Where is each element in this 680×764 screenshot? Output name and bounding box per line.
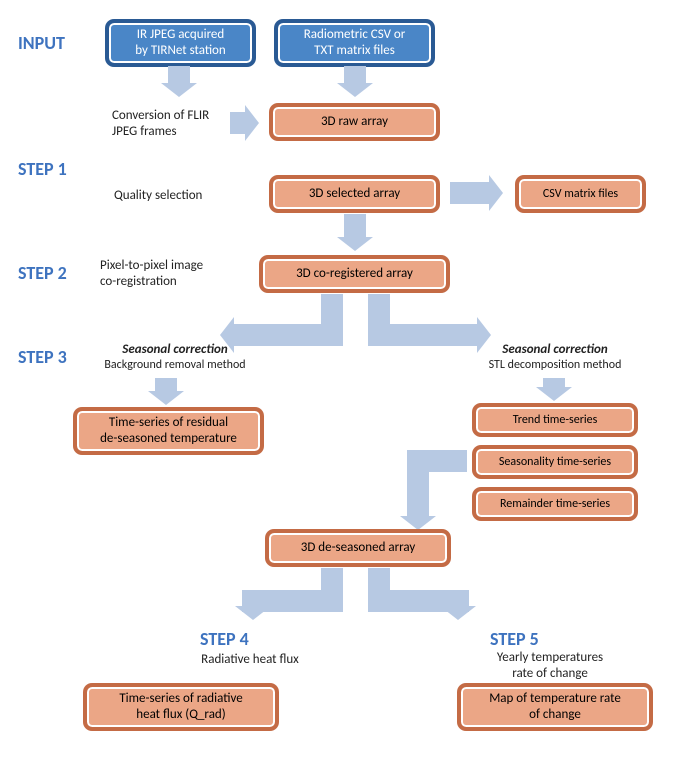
label-seasonal-left-title: Seasonal correction	[95, 342, 255, 358]
arrow	[344, 66, 366, 86]
label-seasonal-right-title: Seasonal correction	[470, 342, 640, 358]
arrow	[344, 214, 366, 240]
label-seasonal-right-sub: STL decomposition method	[460, 358, 650, 372]
box-3d-coreg: 3D co-registered array	[262, 258, 447, 290]
label-step1: STEP 1	[18, 158, 67, 180]
arrow	[230, 112, 248, 134]
label-conversion: Conversion of FLIRJPEG frames	[112, 108, 242, 139]
label-seasonal-left-sub: Background removal method	[80, 358, 270, 372]
label-radiative: Radiative heat flux	[180, 652, 320, 668]
box-input-ir: IR JPEG acquiredby TIRNet station	[108, 22, 253, 64]
box-remainder: Remainder time-series	[475, 490, 635, 518]
box-input-csv: Radiometric CSV orTXT matrix files	[277, 22, 432, 64]
box-map: Map of temperature rateof change	[460, 686, 650, 728]
box-trend: Trend time-series	[475, 406, 635, 434]
box-qrad: Time-series of radiativeheat flux (Q_rad…	[86, 686, 276, 728]
label-step5: STEP 5	[490, 628, 539, 650]
box-3d-raw: 3D raw array	[272, 106, 437, 138]
box-3d-selected: 3D selected array	[272, 178, 437, 210]
label-step2: STEP 2	[18, 262, 67, 284]
arrow	[450, 182, 492, 204]
label-step3: STEP 3	[18, 346, 67, 368]
label-yearly: Yearly temperaturesrate of change	[470, 650, 630, 681]
arrow	[155, 378, 177, 394]
box-csv-out: CSV matrix files	[518, 178, 643, 210]
box-seasonality: Seasonality time-series	[475, 448, 635, 476]
box-residual: Time-series of residualde-seasoned tempe…	[76, 410, 261, 452]
label-input: INPUT	[18, 32, 65, 54]
label-step4: STEP 4	[200, 628, 249, 650]
flowchart-canvas: INPUT STEP 1 STEP 2 STEP 3 STEP 4 STEP 5…	[0, 0, 680, 764]
label-quality: Quality selection	[114, 188, 234, 204]
arrow	[168, 66, 190, 86]
label-coreg: Pixel-to-pixel imageco-registration	[100, 258, 250, 289]
box-3d-deseasoned: 3D de-seasoned array	[268, 532, 448, 564]
arrow	[543, 378, 565, 390]
